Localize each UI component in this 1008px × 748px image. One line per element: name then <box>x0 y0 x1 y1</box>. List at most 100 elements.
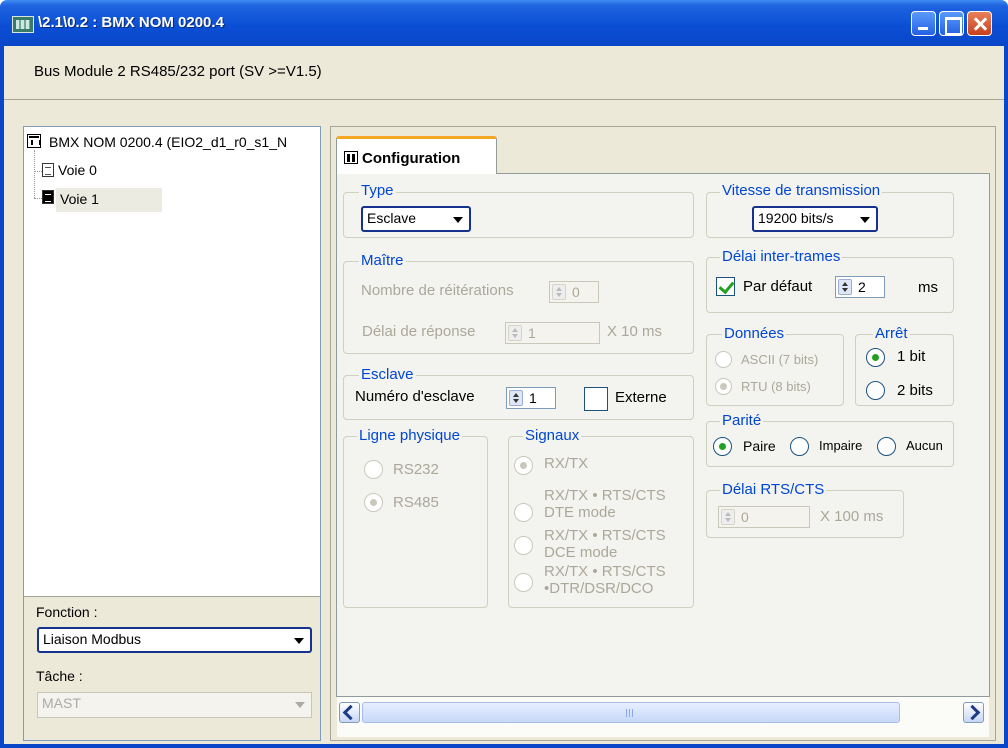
par-defaut-label: Par défaut <box>743 278 813 295</box>
dce-mode-radio[interactable] <box>514 536 533 555</box>
ascii-radio[interactable] <box>715 351 732 368</box>
rs232-label: RS232 <box>393 461 439 478</box>
dtr-mode-radio[interactable] <box>514 573 533 592</box>
scroll-right-button[interactable] <box>963 702 984 723</box>
tache-label: Tâche : <box>36 668 83 684</box>
type-select[interactable]: Esclave <box>361 206 471 232</box>
maximize-button[interactable] <box>939 11 964 36</box>
slave-number-stepper[interactable]: 1 <box>506 387 556 409</box>
type-title: Type <box>359 182 396 199</box>
tree-connector <box>34 198 42 199</box>
configuration-icon <box>344 151 358 164</box>
title-bar[interactable]: \2.1\0.2 : BMX NOM 0200.4 <box>0 0 1008 46</box>
stop-1bit-label: 1 bit <box>897 348 926 365</box>
chevron-down-icon <box>294 638 304 644</box>
parite-paire-label: Paire <box>743 438 776 454</box>
parite-title: Parité <box>720 412 764 429</box>
dte-mode-label-2: DTE mode <box>544 504 616 521</box>
stepper-arrows-icon <box>721 509 735 525</box>
ligne-title: Ligne physique <box>357 427 462 444</box>
tab-configuration-label: Configuration <box>362 150 461 167</box>
parite-aucun-radio[interactable] <box>877 437 896 456</box>
vitesse-select[interactable]: 19200 bits/s <box>752 206 878 232</box>
dce-mode-label-2: DCE mode <box>544 544 618 561</box>
window-title: \2.1\0.2 : BMX NOM 0200.4 <box>38 14 224 31</box>
dtr-mode-label-2: •DTR/DSR/DCO <box>544 580 654 597</box>
dte-mode-radio[interactable] <box>514 503 533 522</box>
response-stepper[interactable]: 1 <box>505 322 600 344</box>
rtu-radio[interactable] <box>715 378 732 395</box>
dtr-mode-label-1: RX/TX • RTS/CTS <box>544 563 666 580</box>
delai-inter-unit: ms <box>918 279 938 296</box>
module-icon <box>27 134 41 148</box>
stepper-arrows-icon <box>838 279 852 295</box>
chevron-down-icon <box>860 217 870 223</box>
rts-stepper[interactable]: 0 <box>718 506 810 528</box>
esclave-title: Esclave <box>359 366 416 383</box>
chevron-down-icon <box>453 217 463 223</box>
response-value: 1 <box>528 325 536 341</box>
stop-1bit-radio[interactable] <box>866 348 885 367</box>
parite-aucun-label: Aucun <box>906 438 943 453</box>
response-label: Délai de réponse <box>362 323 476 340</box>
arret-title: Arrêt <box>873 325 910 342</box>
dce-mode-label-1: RX/TX • RTS/CTS <box>544 527 666 544</box>
stepper-arrows-icon <box>508 325 522 341</box>
delai-inter-stepper[interactable]: 2 <box>835 276 885 298</box>
rts-value: 0 <box>741 509 749 525</box>
vitesse-title: Vitesse de transmission <box>720 182 883 199</box>
delai-inter-value: 2 <box>858 279 866 295</box>
retries-label: Nombre de réitérations <box>361 282 514 299</box>
delai-inter-title: Délai inter-trames <box>720 248 843 265</box>
minimize-button[interactable] <box>911 11 936 36</box>
fonction-value: Liaison Modbus <box>43 631 142 647</box>
fonction-select[interactable]: Liaison Modbus <box>37 627 312 653</box>
slave-number-value: 1 <box>529 390 537 406</box>
close-button[interactable] <box>967 11 992 36</box>
tree-item-voie-0[interactable]: Voie 0 <box>58 162 97 178</box>
tree-connector <box>34 150 35 198</box>
externe-checkbox[interactable] <box>584 387 608 411</box>
rtu-label: RTU (8 bits) <box>741 379 811 394</box>
par-defaut-checkbox[interactable] <box>716 277 735 296</box>
app-module-icon <box>12 16 34 33</box>
rts-title: Délai RTS/CTS <box>720 481 827 498</box>
rxtx-radio[interactable] <box>514 456 533 475</box>
rs485-radio[interactable] <box>364 493 383 512</box>
donnees-title: Données <box>722 325 787 342</box>
type-value: Esclave <box>367 210 417 226</box>
stop-2bits-label: 2 bits <box>897 382 933 399</box>
tree-root-label[interactable]: BMX NOM 0200.4 (EIO2_d1_r0_s1_N <box>49 134 287 150</box>
tree-connector <box>34 171 42 172</box>
vitesse-value: 19200 bits/s <box>758 210 834 226</box>
maitre-title: Maître <box>359 252 406 269</box>
chevron-down-icon <box>295 702 305 708</box>
signaux-title: Signaux <box>523 427 582 444</box>
parite-paire-radio[interactable] <box>713 437 732 456</box>
module-description: Bus Module 2 RS485/232 port (SV >=V1.5) <box>34 63 322 80</box>
dte-mode-label-1: RX/TX • RTS/CTS <box>544 487 666 504</box>
channel-document-icon <box>42 190 54 204</box>
parite-impaire-label: Impaire <box>819 438 863 453</box>
parite-impaire-radio[interactable] <box>790 437 809 456</box>
scroll-left-button[interactable] <box>339 702 360 723</box>
response-unit: X 10 ms <box>607 323 663 340</box>
ascii-label: ASCII (7 bits) <box>741 352 819 367</box>
tree-item-voie-1[interactable]: Voie 1 <box>56 188 162 212</box>
rs232-radio[interactable] <box>364 460 383 479</box>
fonction-label: Fonction : <box>36 604 98 620</box>
retries-value: 0 <box>572 284 580 300</box>
rs485-label: RS485 <box>393 494 439 511</box>
stepper-arrows-icon <box>509 390 523 406</box>
externe-label: Externe <box>615 389 667 406</box>
tache-value: MAST <box>42 695 81 711</box>
rxtx-label: RX/TX <box>544 455 589 472</box>
stepper-arrows-icon <box>552 284 566 300</box>
slave-number-label: Numéro d'esclave <box>355 388 475 405</box>
donnees-group <box>706 334 844 406</box>
scrollbar-thumb[interactable] <box>362 702 900 723</box>
rts-unit: X 100 ms <box>820 508 884 525</box>
tache-select[interactable]: MAST <box>37 692 312 718</box>
retries-stepper[interactable]: 0 <box>549 281 599 303</box>
stop-2bits-radio[interactable] <box>866 381 885 400</box>
